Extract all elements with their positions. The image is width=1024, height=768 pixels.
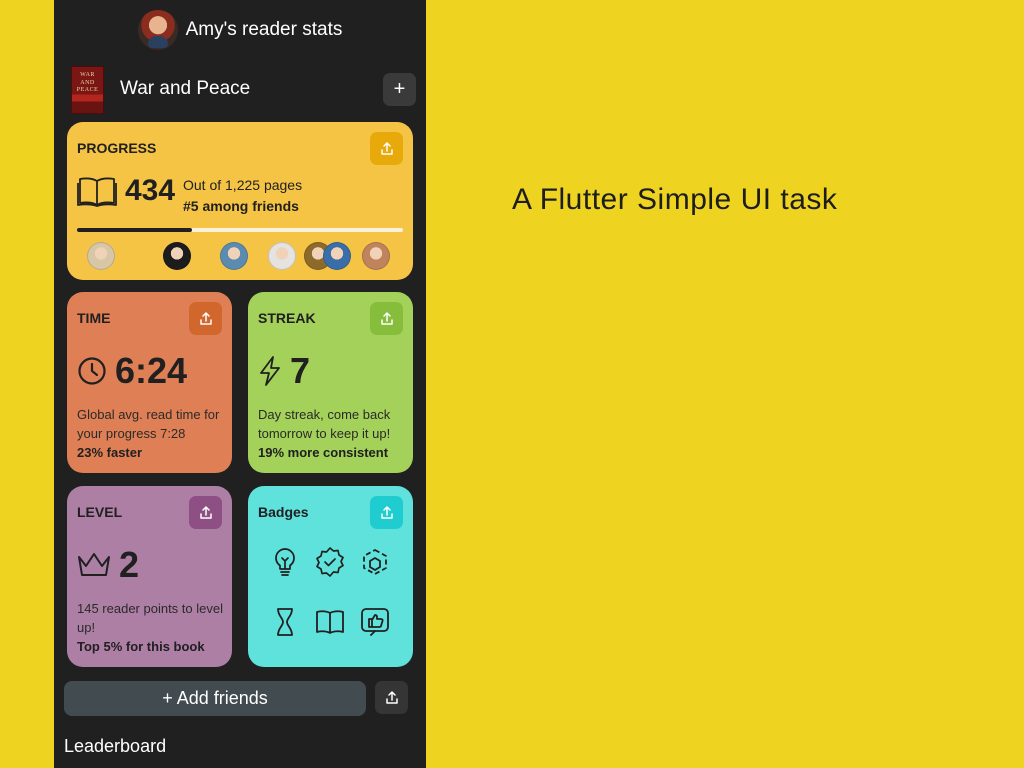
share-time-button[interactable] (189, 302, 222, 335)
time-highlight: 23% faster (77, 445, 143, 460)
share-icon (199, 311, 212, 325)
hourglass-icon[interactable] (268, 605, 302, 639)
level-card: LEVEL 2 145 reader points to level up! T… (67, 486, 232, 667)
share-progress-button[interactable] (370, 132, 403, 165)
time-desc-text: Global avg. read time for your progress … (77, 407, 220, 441)
badges-label: Badges (258, 504, 309, 520)
book-title: War and Peace (120, 78, 251, 99)
open-book-icon[interactable] (313, 605, 347, 639)
streak-value: 7 (290, 350, 311, 391)
level-highlight: Top 5% for this book (77, 639, 205, 654)
phone-screen: Amy's reader stats WAR AND PEACE War and… (54, 0, 426, 768)
share-icon (380, 311, 393, 325)
book-icon (77, 177, 117, 207)
friends-rank-text: #5 among friends (183, 198, 299, 214)
share-stats-button[interactable] (375, 681, 408, 714)
leaderboard-heading: Leaderboard (64, 736, 167, 756)
pages-total-text: Out of 1,225 pages (183, 177, 303, 193)
share-icon (380, 141, 393, 155)
share-icon (385, 690, 398, 704)
share-badges-button[interactable] (370, 496, 403, 529)
level-description: 145 reader points to level up! Top 5% fo… (77, 599, 227, 656)
streak-desc-text: Day streak, come back tomorrow to keep i… (258, 407, 391, 441)
lightning-icon (260, 356, 280, 386)
page-title: Amy's reader stats (185, 19, 343, 40)
level-value: 2 (119, 544, 140, 585)
cube-scan-icon[interactable] (358, 545, 392, 579)
clock-icon (78, 357, 106, 385)
progress-details: Out of 1,225 pages #5 among friends (183, 175, 302, 217)
friend-avatar[interactable] (362, 242, 390, 270)
level-main: 2 (77, 544, 139, 586)
time-description: Global avg. read time for your progress … (77, 405, 227, 462)
progress-bar (77, 228, 403, 232)
add-friends-button[interactable]: + Add friends (64, 681, 366, 716)
time-label: TIME (77, 310, 111, 326)
friend-avatar[interactable] (163, 242, 191, 270)
friend-avatar[interactable] (323, 242, 351, 270)
cover-text-3: PEACE (76, 87, 99, 93)
streak-label: STREAK (258, 310, 316, 326)
level-label: LEVEL (77, 504, 123, 520)
friend-avatar[interactable] (220, 242, 248, 270)
streak-highlight: 19% more consistent (258, 445, 389, 460)
book-row: WAR AND PEACE War and Peace + (54, 64, 426, 116)
crown-icon (78, 553, 110, 576)
book-cover-image[interactable]: WAR AND PEACE (71, 66, 104, 114)
share-icon (380, 505, 393, 519)
cover-text-2: AND (80, 80, 95, 86)
streak-description: Day streak, come back tomorrow to keep i… (258, 405, 408, 462)
streak-card: STREAK 7 Day streak, come back tomorrow … (248, 292, 413, 473)
cover-text-1: WAR (80, 72, 95, 78)
time-main: 6:24 (77, 350, 187, 392)
progress-card: PROGRESS 434 Out of 1,225 pages #5 among… (67, 122, 413, 280)
share-streak-button[interactable] (370, 302, 403, 335)
progress-label: PROGRESS (77, 140, 157, 156)
thumbs-up-icon[interactable] (358, 605, 392, 639)
avatar[interactable] (137, 10, 178, 50)
progress-main: 434 (77, 174, 175, 208)
share-level-button[interactable] (189, 496, 222, 529)
progress-bar-fill (77, 228, 193, 232)
friend-avatar[interactable] (268, 242, 296, 270)
time-card: TIME 6:24 Global avg. read time for your… (67, 292, 232, 473)
streak-main: 7 (258, 350, 310, 392)
verified-badge-icon[interactable] (313, 545, 347, 579)
lightbulb-icon[interactable] (268, 545, 302, 579)
level-desc-text: 145 reader points to level up! (77, 601, 223, 635)
pages-read-value: 434 (125, 174, 176, 207)
time-value: 6:24 (115, 350, 188, 391)
tagline-text: A Flutter Simple UI task (512, 183, 838, 216)
header: Amy's reader stats (54, 8, 426, 52)
add-book-button[interactable]: + (383, 73, 416, 106)
badges-card: Badges (248, 486, 413, 667)
share-icon (199, 505, 212, 519)
friend-avatar[interactable] (87, 242, 115, 270)
